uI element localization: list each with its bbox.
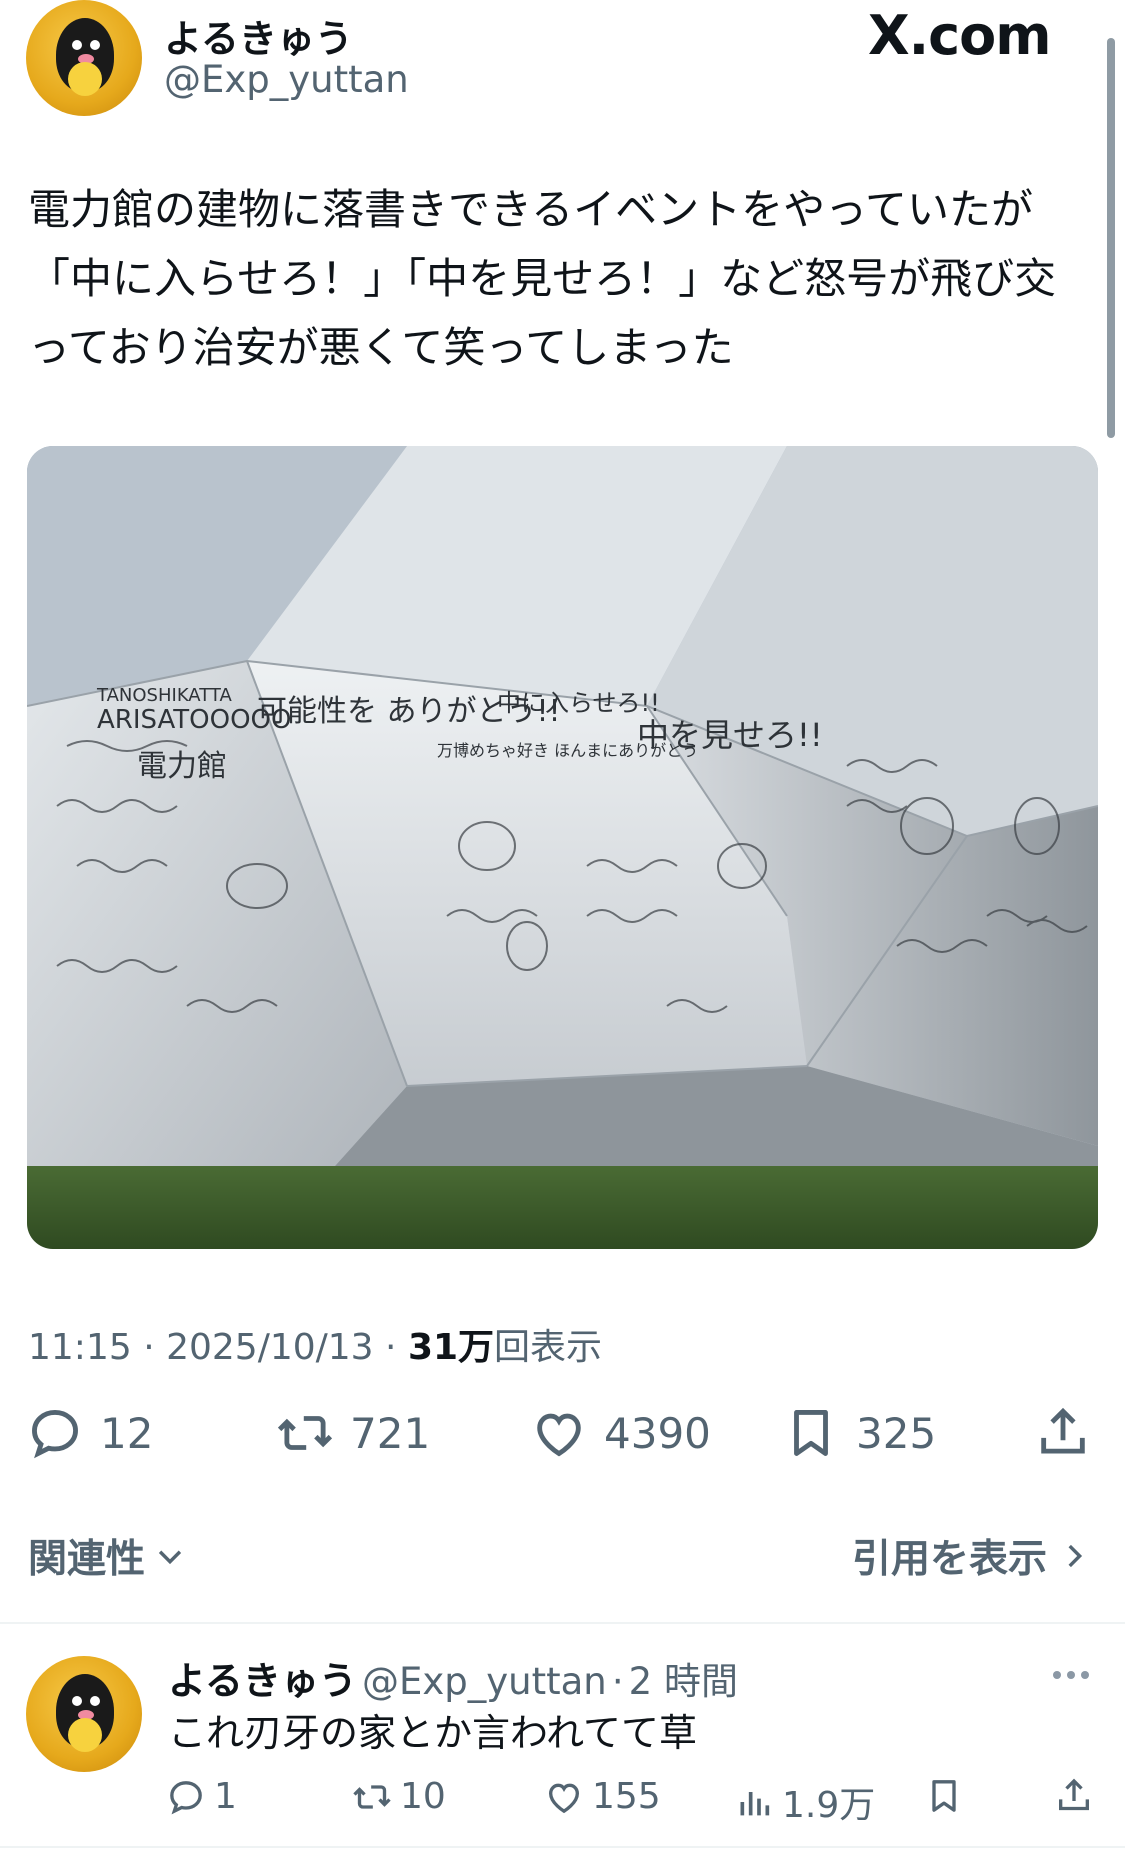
relevance-sort-button[interactable]: 関連性 (28, 1528, 187, 1584)
chevron-right-icon (1068, 1544, 1083, 1568)
tweet-text-line: 電力館の建物に落書きできるイベントをやっていたが (28, 185, 1034, 234)
wall-text-naka-ni: 中に入らせろ!! (497, 689, 660, 717)
reply-count: 12 (100, 1408, 154, 1458)
more-icon (1053, 1671, 1089, 1679)
author-avatar[interactable] (26, 0, 142, 116)
more-options-button[interactable] (1048, 1660, 1094, 1690)
reply-icon (32, 1410, 78, 1459)
reply-icon (170, 1780, 202, 1814)
repost-icon (353, 1784, 391, 1809)
reply-author-handle[interactable]: @Exp_yuttan (362, 1660, 607, 1703)
share-button[interactable] (1034, 1404, 1108, 1462)
avatar-eye-left (72, 40, 82, 50)
x-logo: X.com (868, 4, 1052, 67)
tweet-text-line: っており治安が悪くて笑ってしまった (28, 323, 734, 372)
reply-author-avatar[interactable] (26, 1656, 142, 1772)
reply-author-name[interactable]: よるきゅう (168, 1659, 357, 1703)
reply-header: よるきゅう @Exp_yuttan · 2 時間 (168, 1650, 738, 1705)
meta-separator: · (385, 1327, 408, 1368)
chevron-down-icon (158, 1550, 182, 1565)
repost-button[interactable]: 721 (276, 1404, 430, 1462)
reply-button[interactable]: 12 (26, 1404, 153, 1462)
tweet-text-line: 「中に入らせろ！」「中を見せろ！」など怒号が飛び交 (28, 254, 1057, 303)
share-icon (1059, 1778, 1089, 1811)
reply-reply-count: 1 (214, 1776, 237, 1817)
meta-separator: · (143, 1327, 167, 1368)
views-count: 31万 (407, 1327, 495, 1368)
like-button[interactable]: 4390 (530, 1404, 711, 1462)
avatar-eye-left (72, 1696, 82, 1706)
bookmark-button[interactable]: 325 (782, 1404, 936, 1462)
reply-like-count: 155 (592, 1776, 661, 1817)
like-icon (548, 1783, 580, 1813)
bookmark-count: 325 (856, 1408, 937, 1458)
like-count: 4390 (604, 1408, 711, 1458)
share-icon (1041, 1407, 1085, 1454)
divider (0, 1622, 1125, 1624)
author-handle[interactable]: @Exp_yuttan (164, 58, 409, 101)
reply-separator: · (611, 1660, 624, 1703)
views-label: 回表示 (494, 1327, 603, 1368)
avatar-eye-right (90, 1696, 100, 1706)
reply-bookmark-button[interactable] (924, 1776, 972, 1816)
scrollbar[interactable] (1107, 38, 1115, 438)
author-display-name[interactable]: よるきゅう (164, 8, 353, 63)
reply-repost-count: 10 (400, 1776, 446, 1817)
reply-views-button[interactable]: 1.9万 (734, 1776, 875, 1828)
avatar-belly (68, 1718, 102, 1752)
avatar-belly (68, 62, 102, 96)
repost-count: 721 (350, 1408, 431, 1458)
tweet-photo[interactable]: TANOSHIKATTA ARISATOOOOO 電力館 可能性を ありがとう!… (27, 446, 1098, 1249)
relevance-label: 関連性 (28, 1537, 146, 1582)
wall-text-banpaku: 万博めちゃ好き ほんまにありがとう (437, 741, 698, 760)
views-icon (740, 1792, 770, 1816)
repost-icon (277, 1416, 333, 1450)
wall-text-denryokukan: 電力館 (137, 749, 227, 784)
tweet-text: 電力館の建物に落書きできるイベントをやっていたが 「中に入らせろ！」「中を見せろ… (28, 175, 1098, 382)
tweet-meta: 11:15 · 2025/10/13 · 31万回表示 (28, 1318, 602, 1370)
reply-text: これ刃牙の家とか言われてて草 (168, 1711, 697, 1755)
reply-repost-button[interactable]: 10 (352, 1776, 446, 1817)
bookmark-icon (794, 1410, 828, 1456)
tweet-time[interactable]: 11:15 (28, 1327, 132, 1368)
divider (0, 1846, 1125, 1848)
reply-time[interactable]: 2 時間 (629, 1660, 738, 1703)
wall-text-tanoshikatta: TANOSHIKATTA (96, 685, 232, 706)
reply-reply-button[interactable]: 1 (166, 1776, 237, 1817)
tweet-date[interactable]: 2025/10/13 (166, 1327, 374, 1368)
reply-views-count: 1.9万 (782, 1785, 876, 1826)
avatar-eye-right (90, 40, 100, 50)
view-quotes-link[interactable]: 引用を表示 (852, 1528, 1091, 1584)
view-quotes-label: 引用を表示 (852, 1537, 1048, 1582)
like-icon (537, 1413, 581, 1457)
reply-like-button[interactable]: 155 (544, 1776, 661, 1817)
reply-share-button[interactable] (1054, 1776, 1102, 1816)
bookmark-icon (932, 1780, 956, 1812)
pavilion-wall-illustration: TANOSHIKATTA ARISATOOOOO 電力館 可能性を ありがとう!… (27, 446, 1098, 1249)
